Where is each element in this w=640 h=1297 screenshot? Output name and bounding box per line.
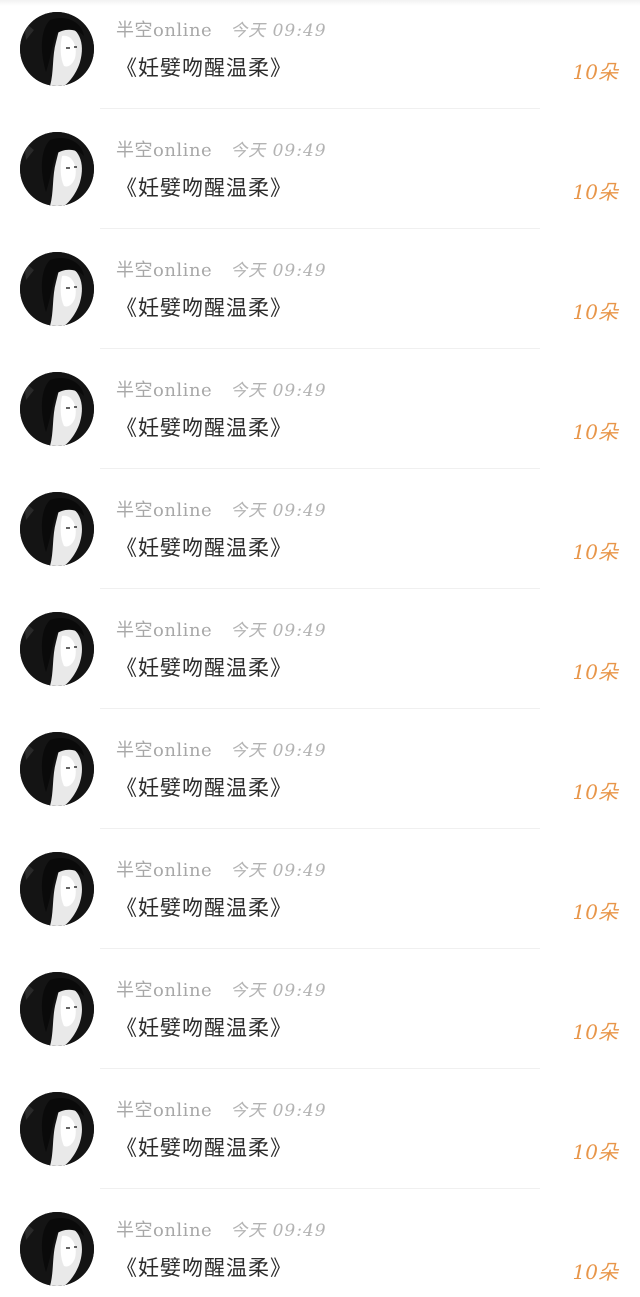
gift-title: 《妊嬖吻醒温柔》 — [116, 656, 292, 680]
gift-title: 《妊嬖吻醒温柔》 — [116, 1136, 292, 1160]
divider — [100, 468, 540, 469]
sender-name[interactable]: 半空online — [116, 256, 212, 282]
list-item[interactable]: 半空online 今天 09:49 《妊嬖吻醒温柔》 10朵 — [0, 358, 640, 478]
timestamp: 今天 09:49 — [230, 861, 327, 881]
gift-count: 10朵 — [572, 1260, 618, 1284]
gift-count: 10朵 — [572, 1140, 618, 1164]
timestamp: 今天 09:49 — [230, 381, 327, 401]
avatar[interactable] — [20, 732, 94, 806]
list-item[interactable]: 半空online 今天 09:49 《妊嬖吻醒温柔》 10朵 — [0, 838, 640, 958]
gift-title: 《妊嬖吻醒温柔》 — [116, 176, 292, 200]
item-meta: 半空online 今天 09:49 — [116, 1096, 327, 1122]
list-item[interactable]: 半空online 今天 09:49 《妊嬖吻醒温柔》 10朵 — [0, 1198, 640, 1297]
avatar[interactable] — [20, 1212, 94, 1286]
divider — [100, 1188, 540, 1189]
item-meta: 半空online 今天 09:49 — [116, 16, 327, 42]
gift-count: 10朵 — [572, 900, 618, 924]
gift-title: 《妊嬖吻醒温柔》 — [116, 776, 292, 800]
divider — [100, 1068, 540, 1069]
avatar-image-icon — [20, 732, 94, 806]
gift-title: 《妊嬖吻醒温柔》 — [116, 896, 292, 920]
gift-count: 10朵 — [572, 540, 618, 564]
avatar-image-icon — [20, 492, 94, 566]
avatar[interactable] — [20, 132, 94, 206]
list-item[interactable]: 半空online 今天 09:49 《妊嬖吻醒温柔》 10朵 — [0, 958, 640, 1078]
list-item[interactable]: 半空online 今天 09:49 《妊嬖吻醒温柔》 10朵 — [0, 718, 640, 838]
avatar-image-icon — [20, 372, 94, 446]
divider — [100, 588, 540, 589]
item-meta: 半空online 今天 09:49 — [116, 256, 327, 282]
sender-name[interactable]: 半空online — [116, 1216, 212, 1242]
sender-name[interactable]: 半空online — [116, 16, 212, 42]
avatar-image-icon — [20, 612, 94, 686]
sender-name[interactable]: 半空online — [116, 616, 212, 642]
timestamp: 今天 09:49 — [230, 261, 327, 281]
item-meta: 半空online 今天 09:49 — [116, 1216, 327, 1242]
timestamp: 今天 09:49 — [230, 981, 327, 1001]
timestamp: 今天 09:49 — [230, 21, 327, 41]
divider — [100, 228, 540, 229]
item-meta: 半空online 今天 09:49 — [116, 856, 327, 882]
list-item[interactable]: 半空online 今天 09:49 《妊嬖吻醒温柔》 10朵 — [0, 598, 640, 718]
gift-title: 《妊嬖吻醒温柔》 — [116, 1016, 292, 1040]
avatar[interactable] — [20, 972, 94, 1046]
avatar-image-icon — [20, 1092, 94, 1166]
divider — [100, 108, 540, 109]
sender-name[interactable]: 半空online — [116, 136, 212, 162]
list-item[interactable]: 半空online 今天 09:49 《妊嬖吻醒温柔》 10朵 — [0, 0, 640, 118]
gift-title: 《妊嬖吻醒温柔》 — [116, 56, 292, 80]
sender-name[interactable]: 半空online — [116, 736, 212, 762]
list-item[interactable]: 半空online 今天 09:49 《妊嬖吻醒温柔》 10朵 — [0, 1078, 640, 1198]
gift-count: 10朵 — [572, 1020, 618, 1044]
item-meta: 半空online 今天 09:49 — [116, 496, 327, 522]
sender-name[interactable]: 半空online — [116, 376, 212, 402]
gift-count: 10朵 — [572, 780, 618, 804]
gift-count: 10朵 — [572, 420, 618, 444]
timestamp: 今天 09:49 — [230, 741, 327, 761]
list-item[interactable]: 半空online 今天 09:49 《妊嬖吻醒温柔》 10朵 — [0, 118, 640, 238]
divider — [100, 948, 540, 949]
item-meta: 半空online 今天 09:49 — [116, 976, 327, 1002]
timestamp: 今天 09:49 — [230, 621, 327, 641]
divider — [100, 708, 540, 709]
avatar[interactable] — [20, 852, 94, 926]
timestamp: 今天 09:49 — [230, 501, 327, 521]
avatar-image-icon — [20, 12, 94, 86]
gift-count: 10朵 — [572, 660, 618, 684]
gift-count: 10朵 — [572, 300, 618, 324]
sender-name[interactable]: 半空online — [116, 1096, 212, 1122]
avatar-image-icon — [20, 972, 94, 1046]
gift-title: 《妊嬖吻醒温柔》 — [116, 296, 292, 320]
sender-name[interactable]: 半空online — [116, 856, 212, 882]
avatar-image-icon — [20, 132, 94, 206]
timestamp: 今天 09:49 — [230, 141, 327, 161]
sender-name[interactable]: 半空online — [116, 976, 212, 1002]
divider — [100, 348, 540, 349]
avatar[interactable] — [20, 1092, 94, 1166]
timestamp: 今天 09:49 — [230, 1221, 327, 1241]
item-meta: 半空online 今天 09:49 — [116, 616, 327, 642]
sender-name[interactable]: 半空online — [116, 496, 212, 522]
gift-count: 10朵 — [572, 180, 618, 204]
avatar[interactable] — [20, 12, 94, 86]
gift-title: 《妊嬖吻醒温柔》 — [116, 536, 292, 560]
avatar[interactable] — [20, 492, 94, 566]
divider — [100, 828, 540, 829]
timestamp: 今天 09:49 — [230, 1101, 327, 1121]
avatar[interactable] — [20, 372, 94, 446]
gift-count: 10朵 — [572, 60, 618, 84]
list-item[interactable]: 半空online 今天 09:49 《妊嬖吻醒温柔》 10朵 — [0, 238, 640, 358]
avatar-image-icon — [20, 252, 94, 326]
item-meta: 半空online 今天 09:49 — [116, 736, 327, 762]
gift-title: 《妊嬖吻醒温柔》 — [116, 416, 292, 440]
avatar[interactable] — [20, 252, 94, 326]
list-item[interactable]: 半空online 今天 09:49 《妊嬖吻醒温柔》 10朵 — [0, 478, 640, 598]
avatar-image-icon — [20, 1212, 94, 1286]
gift-title: 《妊嬖吻醒温柔》 — [116, 1256, 292, 1280]
item-meta: 半空online 今天 09:49 — [116, 376, 327, 402]
item-meta: 半空online 今天 09:49 — [116, 136, 327, 162]
avatar-image-icon — [20, 852, 94, 926]
avatar[interactable] — [20, 612, 94, 686]
